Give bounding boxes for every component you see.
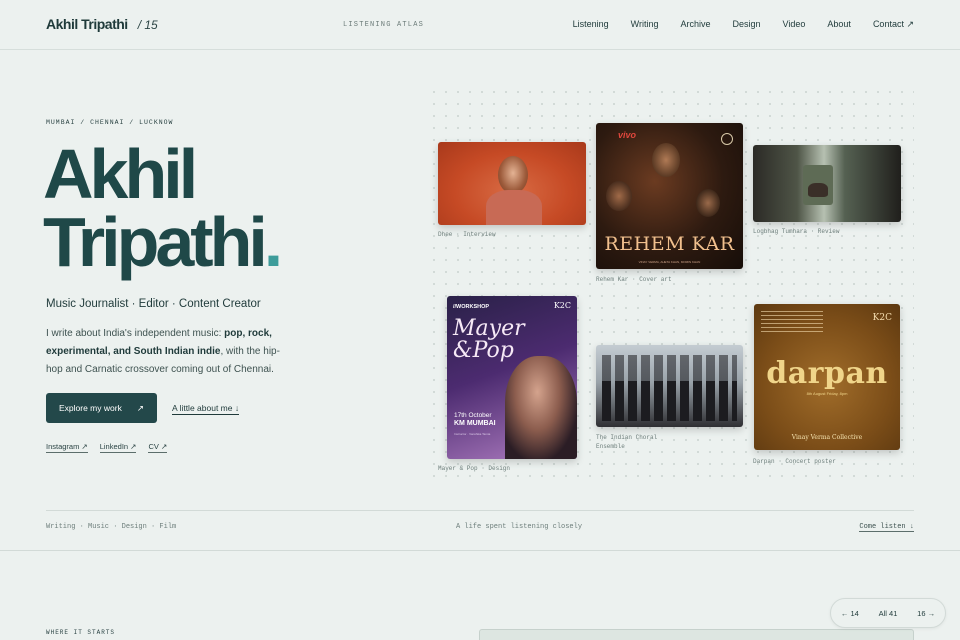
card-rehem-kar[interactable]: vivo REHEM KAR VINAY VERMA, AHETA KHAN, …	[596, 123, 743, 269]
darpan-date: 8th August Friday, 8pm	[806, 391, 848, 396]
choir-front-row	[602, 381, 737, 421]
pager-prev-button[interactable]: ← 14	[841, 609, 859, 618]
social-links: Instagram ↗ LinkedIn ↗ CV ↗	[46, 442, 168, 453]
label-logo-icon	[721, 133, 733, 145]
workshop-label: //WORKSHOP	[453, 304, 490, 310]
portrait-body	[486, 190, 542, 225]
tagline: A life spent listening closely	[456, 523, 583, 531]
darpan-footer: Vinay Verma Collective	[791, 434, 863, 441]
about-me-link[interactable]: A little about me ↓	[172, 403, 240, 415]
brand-name: Akhil Tripathi	[46, 16, 128, 32]
mayer-pop-title: Mayer &Pop	[453, 318, 525, 362]
section-panel	[479, 629, 914, 640]
pager-next-button[interactable]: 16 →	[917, 609, 935, 618]
darpan-title: darpan	[766, 356, 888, 391]
section-label: WHERE IT STARTS	[46, 629, 116, 636]
vivo-logo: vivo	[618, 130, 637, 140]
brand[interactable]: Akhil Tripathi / 15	[46, 16, 158, 32]
card-darpan[interactable]: K2C darpan 8th August Friday, 8pm Vinay …	[754, 304, 900, 450]
cv-link[interactable]: CV ↗	[148, 442, 168, 453]
header-center-label: LISTENING ATLAS	[343, 21, 425, 29]
nav-listening[interactable]: Listening	[573, 19, 609, 30]
caption-dhee: Dhee · Interview	[438, 231, 496, 238]
nav-archive[interactable]: Archive	[681, 19, 711, 30]
intro-start: I write about India's independent music:	[46, 328, 225, 339]
caption-logbhag: Logbhag Tumhara · Review	[753, 228, 840, 235]
category-list: Writing · Music · Design · Film	[46, 523, 177, 531]
nav-about[interactable]: About	[827, 19, 851, 30]
site-header: Akhil Tripathi / 15 LISTENING ATLAS List…	[0, 0, 960, 50]
musician-left-image	[606, 181, 632, 211]
rehem-kar-title: REHEM KAR	[604, 233, 735, 255]
caption-rehem-kar: Rehem Kar · Cover art	[596, 276, 672, 283]
portrait-image	[498, 156, 528, 194]
caption-darpan: Darpan · Concert poster	[753, 458, 836, 465]
workshop-date: 17th October	[454, 412, 492, 419]
singer-image	[652, 143, 680, 177]
nav-contact[interactable]: Contact ↗	[873, 19, 914, 30]
nav-video[interactable]: Video	[783, 19, 806, 30]
rehem-kar-credits: VINAY VERMA, AHETA KHAN, MOMIN KHAN	[638, 260, 701, 264]
hero-subtitle: Music Journalist · Editor · Content Crea…	[46, 298, 261, 310]
hero-title-dot: .	[263, 203, 284, 281]
explore-work-label: Explore my work	[59, 403, 122, 413]
hero-title-line2: Tripathi	[43, 203, 268, 281]
poster-text-block	[761, 311, 823, 333]
hero-title-line1: Akhil	[43, 135, 198, 213]
hero-locations: MUMBAI / CHENNAI / LUCKNOW	[46, 119, 174, 126]
arrow-up-right-icon: ↗	[136, 402, 144, 413]
hero-title: Akhil Tripathi.	[43, 139, 283, 277]
instagram-link[interactable]: Instagram ↗	[46, 442, 88, 453]
pager-all-button[interactable]: All 41	[879, 609, 898, 618]
mayer-pop-title-line2: &Pop	[453, 338, 514, 363]
main-nav: Listening Writing Archive Design Video A…	[573, 19, 914, 30]
caption-mayer-pop: Mayer & Pop · Design	[438, 465, 511, 472]
seated-figures-image	[808, 183, 828, 197]
explore-work-button[interactable]: Explore my work ↗	[46, 393, 157, 423]
nav-writing[interactable]: Writing	[631, 19, 659, 30]
k2c-logo: K2C	[872, 313, 892, 323]
workshop-venue: KM MUMBAI	[454, 420, 496, 427]
k2c-logo: K2C	[553, 301, 571, 310]
linkedin-link[interactable]: LinkedIn ↗	[99, 442, 137, 453]
card-indian-choral[interactable]	[596, 345, 743, 427]
portrait-image	[505, 356, 577, 459]
musician-right-image	[696, 189, 720, 217]
divider	[46, 510, 914, 511]
card-dhee[interactable]	[438, 142, 586, 225]
section-divider	[0, 550, 960, 551]
workshop-instructor: Instructor · Vanshika Tamta	[454, 432, 491, 436]
come-listen-link[interactable]: Come listen ↓	[859, 523, 914, 532]
brand-number: / 15	[137, 18, 158, 32]
hero-intro: I write about India's independent music:…	[46, 325, 281, 379]
pager: ← 14 All 41 16 →	[830, 598, 946, 628]
card-logbhag-tumhara[interactable]	[753, 145, 901, 222]
caption-indian-choral: The Indian Choral Ensemble	[596, 434, 658, 450]
nav-design[interactable]: Design	[733, 19, 761, 30]
card-mayer-pop[interactable]: //WORKSHOP K2C Mayer &Pop 17th October K…	[447, 296, 577, 459]
